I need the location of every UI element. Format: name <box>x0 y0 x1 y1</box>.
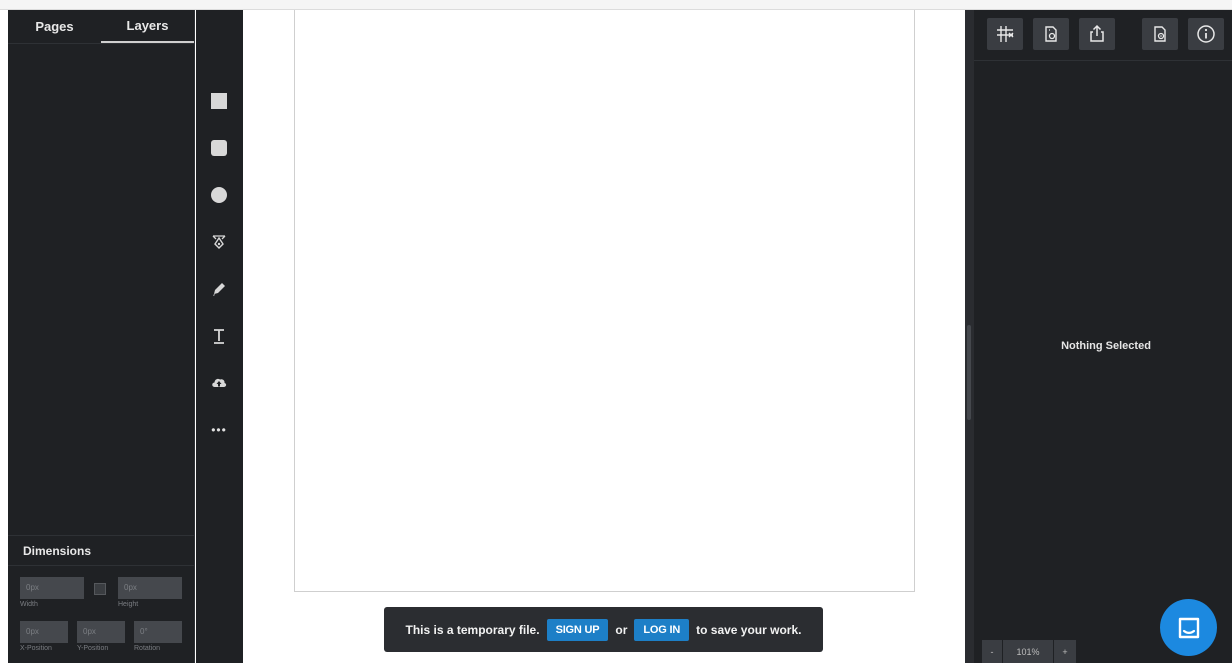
top-edge <box>0 0 1232 10</box>
grid-icon <box>997 26 1014 42</box>
more-tools-button[interactable]: ••• <box>208 419 230 441</box>
height-input[interactable]: 0px <box>118 577 182 599</box>
width-label: Width <box>20 601 38 608</box>
log-in-button[interactable]: LOG IN <box>634 618 690 641</box>
pencil-tool[interactable] <box>208 278 230 300</box>
banner-text-before: This is a temporary file. <box>405 622 540 637</box>
panel-divider[interactable] <box>965 10 974 663</box>
ellipse-icon <box>211 187 227 203</box>
design-app-window: Pages Layers Dimensions 0px Width 0px He… <box>0 0 1232 663</box>
dimensions-section: Dimensions 0px Width 0px Height 0px X-Po… <box>8 535 194 663</box>
page-settings-icon <box>1154 26 1166 42</box>
rectangle-icon <box>211 93 227 109</box>
ellipse-tool[interactable] <box>208 184 230 206</box>
grid-button[interactable] <box>987 18 1023 50</box>
temporary-file-banner: This is a temporary file. SIGN UP or LOG… <box>384 607 823 652</box>
duplicate-page-icon <box>1045 26 1057 42</box>
page-settings-button[interactable] <box>1142 18 1178 50</box>
y-position-label: Y-Position <box>77 645 109 652</box>
export-icon <box>1090 24 1104 42</box>
aspect-lock-icon[interactable] <box>94 583 106 595</box>
right-toolbar <box>974 10 1232 61</box>
canvas-area[interactable]: This is a temporary file. SIGN UP or LOG… <box>243 10 965 663</box>
zoom-controls: - 101% + <box>982 640 1076 663</box>
zoom-out-button[interactable]: - <box>982 640 1002 663</box>
banner-or-text: or <box>615 622 628 637</box>
rotation-input[interactable]: 0° <box>134 621 182 643</box>
tab-pages[interactable]: Pages <box>8 10 101 43</box>
upload-icon <box>212 378 227 387</box>
tab-layers[interactable]: Layers <box>101 10 194 43</box>
vector-pen-icon <box>212 235 226 249</box>
artboard[interactable] <box>294 10 915 592</box>
pencil-icon <box>213 283 225 296</box>
zoom-in-button[interactable]: + <box>1054 640 1076 663</box>
chat-icon <box>1178 617 1199 638</box>
rotation-label: Rotation <box>134 645 161 652</box>
vector-pen-tool[interactable] <box>208 231 230 253</box>
info-icon <box>1197 25 1215 43</box>
text-tool[interactable] <box>208 325 230 347</box>
empty-selection-message: Nothing Selected <box>1061 340 1151 352</box>
x-position-label: X-Position <box>20 645 52 652</box>
zoom-level[interactable]: 101% <box>1003 640 1053 663</box>
dimensions-title: Dimensions <box>8 536 194 566</box>
text-icon <box>214 329 224 344</box>
rounded-rectangle-tool[interactable] <box>208 137 230 159</box>
chat-support-button[interactable] <box>1160 599 1217 656</box>
export-button[interactable] <box>1079 18 1115 50</box>
more-icon: ••• <box>211 423 227 437</box>
duplicate-page-button[interactable] <box>1033 18 1069 50</box>
width-input[interactable]: 0px <box>20 577 84 599</box>
upload-tool[interactable] <box>208 372 230 394</box>
panel-tabs: Pages Layers <box>8 10 194 44</box>
rectangle-tool[interactable] <box>208 90 230 112</box>
right-panel: Nothing Selected - 101% + <box>974 10 1232 663</box>
y-position-input[interactable]: 0px <box>77 621 125 643</box>
tool-bar: ••• <box>196 10 243 663</box>
left-panel: Pages Layers Dimensions 0px Width 0px He… <box>8 10 195 663</box>
height-label: Height <box>118 601 139 608</box>
x-position-input[interactable]: 0px <box>20 621 68 643</box>
sign-up-button[interactable]: SIGN UP <box>546 618 609 641</box>
rounded-rectangle-icon <box>211 140 227 156</box>
info-button[interactable] <box>1188 18 1224 50</box>
scrollbar-thumb[interactable] <box>967 325 971 420</box>
banner-text-after: to save your work. <box>696 622 802 637</box>
